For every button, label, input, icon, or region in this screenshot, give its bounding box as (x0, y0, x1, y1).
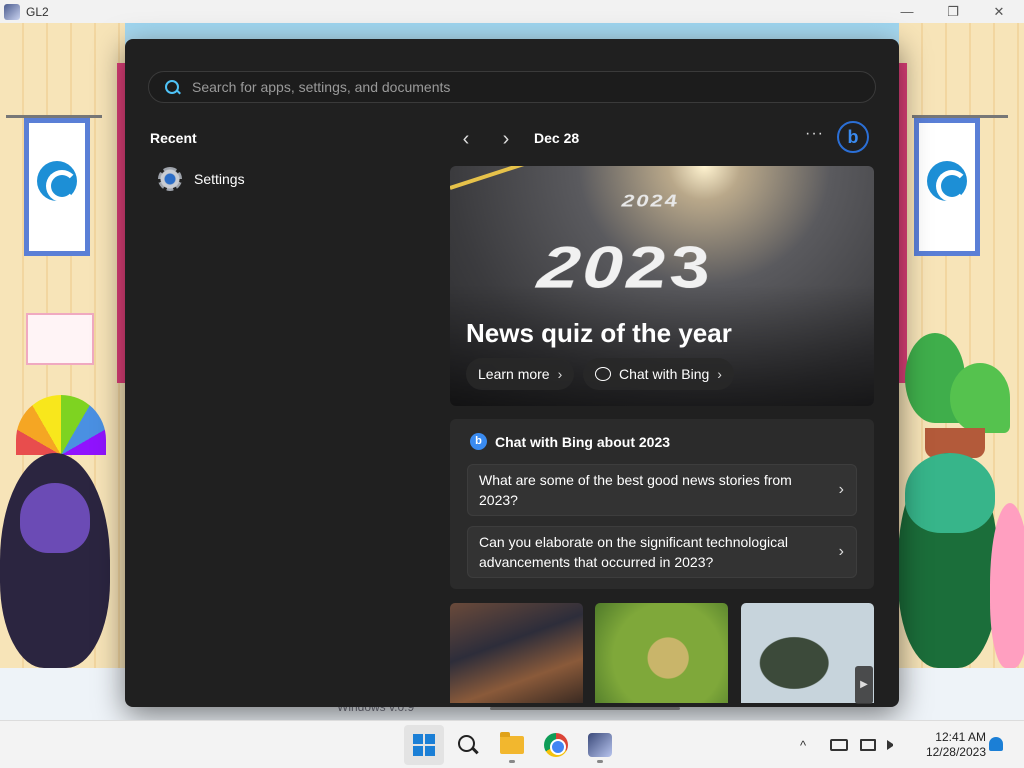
search-input[interactable] (192, 79, 792, 95)
hero-headline: News quiz of the year (466, 318, 732, 348)
poster (26, 313, 94, 365)
question-text: Can you elaborate on the significant tec… (479, 534, 788, 570)
hero-image-text-2024: 2024 (620, 191, 681, 211)
search-box[interactable] (148, 71, 876, 103)
clock-time: 12:41 AM (935, 730, 986, 744)
feed-date: Dec 28 (534, 130, 580, 146)
game-app-icon (588, 733, 612, 757)
chat-with-bing-button[interactable]: Chat with Bing › (583, 358, 734, 390)
windows-logo-icon (413, 734, 435, 756)
more-options-button[interactable]: ··· (805, 125, 824, 143)
close-button[interactable]: ✕ (976, 0, 1022, 23)
gl2-taskbar-button[interactable] (580, 725, 620, 765)
window-titlebar: GL2 — ❐ ✕ (0, 0, 1024, 23)
tray-overflow-button[interactable]: ^ (800, 721, 806, 768)
learn-more-button[interactable]: Learn more › (466, 358, 575, 390)
chevron-right-icon: › (557, 366, 563, 382)
bing-icon[interactable]: b (837, 121, 869, 153)
display-icon[interactable] (860, 721, 876, 768)
chat-card-header: b Chat with Bing about 2023 (470, 433, 670, 450)
recent-item-label: Settings (194, 171, 245, 187)
plant-leaf (950, 363, 1010, 433)
suggested-question[interactable]: What are some of the best good news stor… (467, 464, 857, 516)
banner-logo-icon (37, 161, 78, 202)
file-explorer-button[interactable] (492, 725, 532, 765)
folder-icon (500, 732, 524, 754)
notification-bell-icon[interactable] (989, 737, 1003, 751)
clock[interactable]: 12:41 AM 12/28/2023 (914, 730, 986, 760)
minimize-button[interactable]: — (884, 0, 930, 23)
recent-heading: Recent (150, 130, 197, 146)
prev-day-button[interactable]: ‹ (454, 127, 478, 151)
maximize-button[interactable]: ❐ (930, 0, 976, 23)
chrome-icon (544, 733, 568, 757)
thumbnails-next-button[interactable]: ▶ (855, 666, 873, 704)
chevron-right-icon: › (717, 366, 722, 382)
start-button[interactable] (404, 725, 444, 765)
chat-with-bing-card: b Chat with Bing about 2023 What are som… (450, 419, 874, 589)
clock-date: 12/28/2023 (925, 745, 986, 759)
window-title: GL2 (26, 4, 49, 19)
hero-card[interactable]: 2024 2023 News quiz of the year Learn mo… (450, 166, 874, 406)
chat-bubble-icon (595, 367, 611, 381)
news-thumbnail-frog[interactable] (595, 603, 728, 703)
search-icon (458, 735, 478, 755)
horizontal-scrollbar[interactable] (490, 707, 680, 710)
app-icon (4, 3, 20, 20)
chrome-button[interactable] (536, 725, 576, 765)
banner-right (914, 118, 980, 256)
banner-left (24, 118, 90, 256)
start-menu: Recent Settings ‹ › Dec 28 ··· b 2024 20… (125, 39, 899, 707)
running-indicator (509, 760, 515, 763)
settings-gear-icon (158, 167, 182, 191)
chat-card-title: Chat with Bing about 2023 (495, 433, 671, 450)
running-indicator (597, 760, 603, 763)
chat-with-bing-label: Chat with Bing (619, 366, 710, 382)
network-icon[interactable] (830, 721, 848, 768)
question-text: What are some of the best good news stor… (479, 472, 792, 508)
pillar-left (117, 63, 125, 383)
search-icon (165, 79, 180, 95)
character-left-hair (20, 483, 90, 553)
chevron-right-icon: › (838, 481, 844, 498)
suggested-question[interactable]: Can you elaborate on the significant tec… (467, 526, 857, 578)
next-day-button[interactable]: › (494, 127, 518, 151)
taskbar-search-button[interactable] (448, 725, 488, 765)
road-line (450, 166, 641, 190)
news-thumbnail-gamer[interactable] (450, 603, 583, 703)
recent-item-settings[interactable]: Settings (158, 166, 245, 192)
learn-more-label: Learn more (478, 366, 550, 382)
volume-muted-icon[interactable] (887, 721, 897, 768)
chevron-right-icon: › (838, 543, 844, 560)
character-right-hair (905, 453, 995, 533)
bing-small-icon: b (470, 433, 487, 450)
taskbar: ^ 12:41 AM 12/28/2023 (0, 720, 1024, 768)
character-far-right[interactable] (990, 503, 1024, 668)
pillar-right (899, 63, 907, 383)
banner-logo-icon (927, 161, 968, 202)
